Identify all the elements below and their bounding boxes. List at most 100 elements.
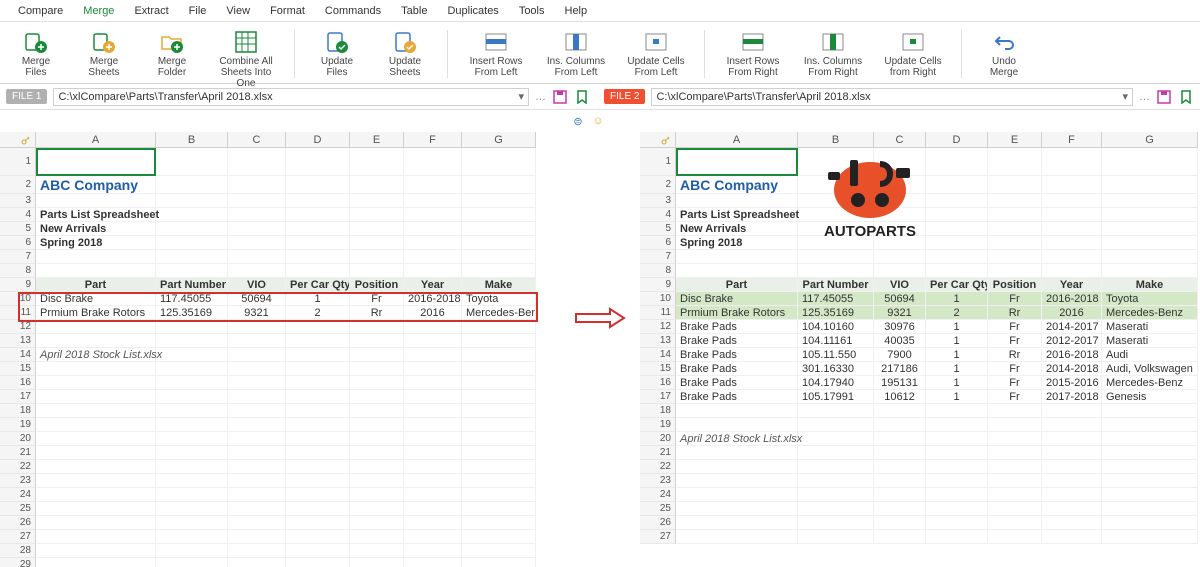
save-icon[interactable] <box>1156 89 1172 105</box>
row-header[interactable]: 27 <box>640 530 676 544</box>
cell[interactable]: April 2018 Stock List.xlsx <box>676 432 798 446</box>
menu-table[interactable]: Table <box>391 2 437 20</box>
company-name[interactable]: ABC Company <box>36 176 156 194</box>
row-header[interactable]: 5 <box>640 222 676 236</box>
row-header[interactable]: 3 <box>0 194 36 208</box>
row-header[interactable]: 13 <box>0 334 36 348</box>
cell[interactable]: Prmium Brake Rotors <box>676 306 798 320</box>
row-header[interactable]: 7 <box>640 250 676 264</box>
ins-columns-right-button[interactable]: Ins. Columns From Right <box>797 26 869 78</box>
row-header[interactable]: 5 <box>0 222 36 236</box>
insert-rows-left-button[interactable]: Insert Rows From Left <box>460 26 532 78</box>
row-header[interactable]: 28 <box>0 544 36 558</box>
row-header[interactable]: 23 <box>0 474 36 488</box>
cell[interactable]: New Arrivals <box>676 222 798 236</box>
row-header[interactable]: 18 <box>0 404 36 418</box>
select-all-corner[interactable] <box>640 132 676 148</box>
cell[interactable]: Spring 2018 <box>36 236 156 250</box>
row-header[interactable]: 1 <box>640 148 676 176</box>
insert-rows-right-button[interactable]: Insert Rows From Right <box>717 26 789 78</box>
row-header[interactable]: 19 <box>640 418 676 432</box>
row-header[interactable]: 2 <box>640 176 676 194</box>
bookmark-icon[interactable] <box>574 89 590 105</box>
col-header[interactable]: B <box>156 132 228 148</box>
row-header[interactable]: 12 <box>0 320 36 334</box>
bookmark-icon[interactable] <box>1178 89 1194 105</box>
menu-tools[interactable]: Tools <box>509 2 555 20</box>
row-header[interactable]: 16 <box>0 376 36 390</box>
cell[interactable]: Prmium Brake Rotors <box>36 306 156 320</box>
merge-sheets-button[interactable]: Merge Sheets <box>74 26 134 78</box>
row-header[interactable]: 18 <box>640 404 676 418</box>
row-header[interactable]: 26 <box>640 516 676 530</box>
cell[interactable]: Brake Pads <box>676 334 798 348</box>
cell[interactable]: Parts List Spreadsheet <box>36 208 156 222</box>
row-header[interactable]: 20 <box>0 432 36 446</box>
ins-columns-left-button[interactable]: Ins. Columns From Left <box>540 26 612 78</box>
row-header[interactable]: 13 <box>640 334 676 348</box>
row-header[interactable]: 10 <box>640 292 676 306</box>
menu-merge[interactable]: Merge <box>73 2 124 20</box>
row-header[interactable]: 20 <box>640 432 676 446</box>
cell[interactable] <box>676 148 798 176</box>
row-header[interactable]: 23 <box>640 474 676 488</box>
merge-folder-button[interactable]: Merge Folder <box>142 26 202 78</box>
file2-path[interactable]: C:\xlCompare\Parts\Transfer\April 2018.x… <box>651 88 1133 106</box>
dropdown-icon[interactable]: ▾ <box>1122 90 1128 103</box>
file1-path[interactable]: C:\xlCompare\Parts\Transfer\April 2018.x… <box>53 88 529 106</box>
row-header[interactable]: 21 <box>0 446 36 460</box>
row-header[interactable]: 9 <box>0 278 36 292</box>
row-header[interactable]: 24 <box>640 488 676 502</box>
row-header[interactable]: 1 <box>0 148 36 176</box>
col-header[interactable]: E <box>988 132 1042 148</box>
save-icon[interactable] <box>552 89 568 105</box>
update-cells-right-button[interactable]: Update Cells from Right <box>877 26 949 78</box>
row-header[interactable]: 25 <box>0 502 36 516</box>
smile-icon[interactable]: ☺ <box>590 113 606 129</box>
row-header[interactable]: 29 <box>0 558 36 567</box>
row-header[interactable]: 21 <box>640 446 676 460</box>
row-header[interactable]: 3 <box>640 194 676 208</box>
update-files-button[interactable]: Update Files <box>307 26 367 78</box>
row-header[interactable]: 4 <box>640 208 676 222</box>
equals-icon[interactable]: ⊜ <box>570 113 586 129</box>
row-header[interactable]: 27 <box>0 530 36 544</box>
row-header[interactable]: 22 <box>0 460 36 474</box>
grid-left[interactable]: A B C D E F G 1 2ABC Company 3 4Parts Li… <box>0 132 560 567</box>
col-header[interactable]: E <box>350 132 404 148</box>
row-header[interactable]: 8 <box>640 264 676 278</box>
row-header[interactable]: 16 <box>640 376 676 390</box>
menu-help[interactable]: Help <box>555 2 598 20</box>
header-cell[interactable]: Part <box>676 278 798 292</box>
row-header[interactable]: 11 <box>0 306 36 320</box>
cell[interactable]: April 2018 Stock List.xlsx <box>36 348 156 362</box>
row-header[interactable]: 7 <box>0 250 36 264</box>
row-header[interactable]: 24 <box>0 488 36 502</box>
menu-format[interactable]: Format <box>260 2 315 20</box>
combine-all-button[interactable]: Combine All Sheets Into One <box>210 26 282 89</box>
menu-view[interactable]: View <box>216 2 260 20</box>
cell[interactable]: Brake Pads <box>676 320 798 334</box>
col-header[interactable]: D <box>926 132 988 148</box>
menu-file[interactable]: File <box>179 2 217 20</box>
cell[interactable]: Brake Pads <box>676 376 798 390</box>
menu-compare[interactable]: Compare <box>8 2 73 20</box>
cell[interactable]: Spring 2018 <box>676 236 798 250</box>
col-header[interactable]: A <box>676 132 798 148</box>
row-header[interactable]: 12 <box>640 320 676 334</box>
row-header[interactable]: 14 <box>640 348 676 362</box>
merge-files-button[interactable]: Merge Files <box>6 26 66 78</box>
update-cells-left-button[interactable]: Update Cells From Left <box>620 26 692 78</box>
cell[interactable]: Brake Pads <box>676 348 798 362</box>
menu-commands[interactable]: Commands <box>315 2 391 20</box>
col-header[interactable]: A <box>36 132 156 148</box>
col-header[interactable]: B <box>798 132 874 148</box>
row-header[interactable]: 9 <box>640 278 676 292</box>
cell[interactable]: New Arrivals <box>36 222 156 236</box>
row-header[interactable]: 15 <box>640 362 676 376</box>
row-header[interactable]: 4 <box>0 208 36 222</box>
cell[interactable]: Brake Pads <box>676 362 798 376</box>
row-header[interactable]: 25 <box>640 502 676 516</box>
col-header[interactable]: G <box>462 132 536 148</box>
ellipsis-icon[interactable]: … <box>535 91 546 103</box>
